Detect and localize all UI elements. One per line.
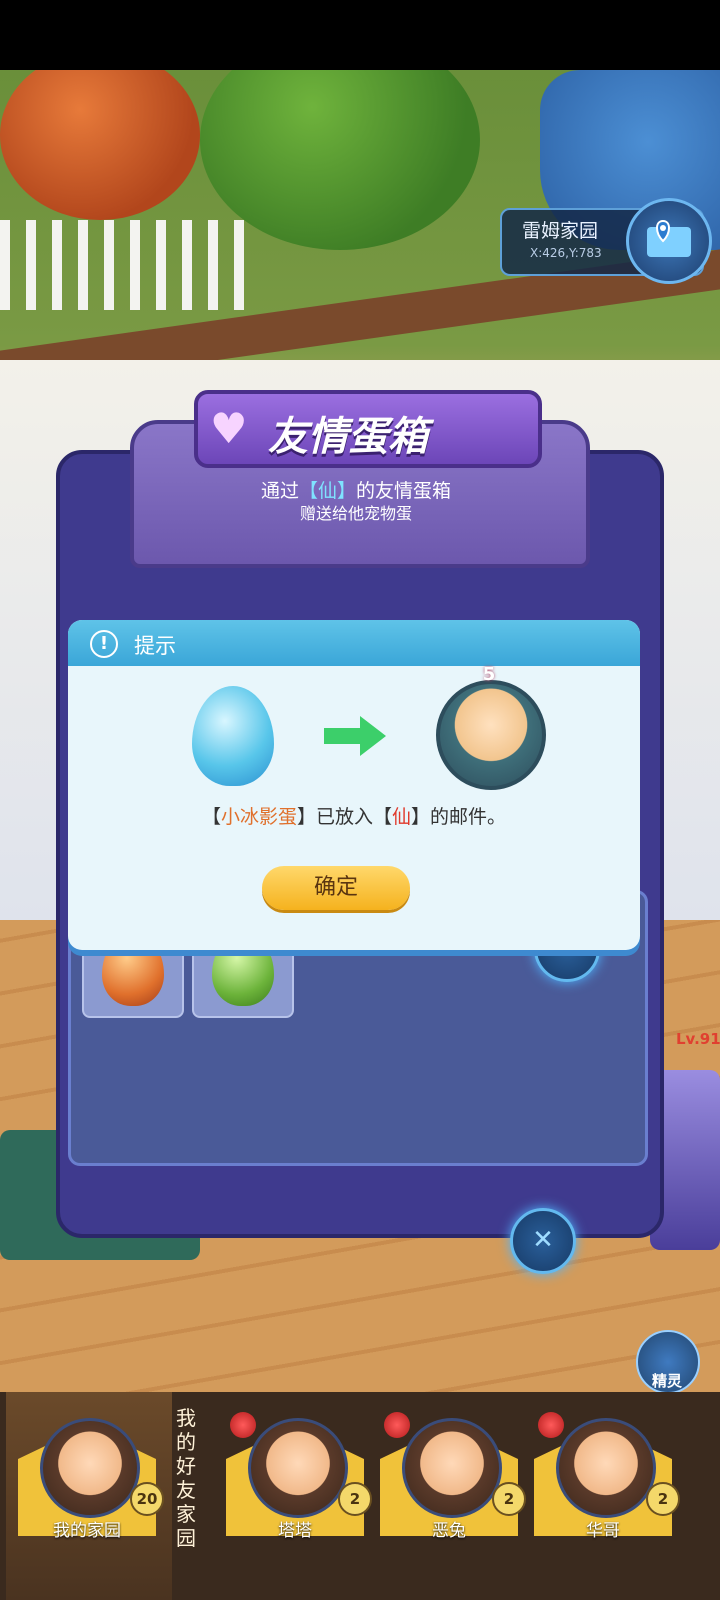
- heart-icon: ♥: [210, 404, 248, 453]
- autumn-tree: [0, 70, 200, 220]
- rose-icon: [538, 1412, 564, 1438]
- egg-name: 小冰影蛋: [220, 806, 297, 828]
- dialog-message: 【小冰影蛋】已放入【仙】的邮件。: [68, 802, 640, 829]
- egg-box-title: 友情蛋箱: [268, 414, 428, 460]
- desc-suffix: 的友情蛋箱: [356, 480, 452, 502]
- close-icon[interactable]: ✕: [510, 1208, 576, 1274]
- rose-icon: [230, 1412, 256, 1438]
- pet-level-label: Lv.91: [676, 1030, 720, 1048]
- msg-bracket: 【: [201, 806, 221, 828]
- avatar: [40, 1418, 140, 1518]
- dialog-title: 提示: [134, 634, 176, 658]
- avatar-level-badge: 5: [482, 664, 496, 685]
- location-coordinates: X:426,Y:783: [530, 246, 602, 260]
- rose-icon: [384, 1412, 410, 1438]
- friend-home-button[interactable]: 2 塔塔: [226, 1406, 372, 1541]
- fence: [0, 220, 260, 310]
- sprite-label: 精灵: [651, 1372, 682, 1390]
- friend-home-button[interactable]: 2 恶兔: [380, 1406, 526, 1541]
- dialog-header: ! 提示: [68, 620, 640, 666]
- recipient-name: 仙: [392, 806, 412, 828]
- msg-middle: 】已放入【: [296, 806, 392, 828]
- confirm-button[interactable]: 确定: [262, 866, 410, 910]
- ice-shadow-egg-icon: [192, 686, 274, 786]
- home-count-badge: 20: [130, 1482, 164, 1516]
- msg-end: 】的邮件。: [411, 806, 507, 828]
- arrow-right-icon: [324, 716, 386, 756]
- alert-icon: !: [90, 630, 118, 658]
- home-name: 塔塔: [278, 1521, 312, 1541]
- avatar: [248, 1418, 348, 1518]
- friends-section-label: 我的好友家园: [176, 1406, 196, 1550]
- home-name: 恶兔: [432, 1521, 466, 1541]
- home-count-badge: 2: [646, 1482, 680, 1516]
- egg-box-title-banner: ♥ 友情蛋箱: [194, 390, 542, 468]
- friend-home-button[interactable]: 2 华哥: [534, 1406, 680, 1541]
- desc-prefix: 通过: [260, 480, 299, 502]
- home-count-badge: 2: [338, 1482, 372, 1516]
- map-icon: [647, 219, 691, 257]
- location-name: 雷姆家园: [522, 220, 599, 242]
- tip-dialog: ! 提示 5 【小冰影蛋】已放入【仙】的邮件。 确定: [68, 620, 640, 950]
- egg-box-subdescription: 赠送给他宠物蛋: [299, 504, 412, 523]
- my-home-button[interactable]: 20 我的家园: [18, 1406, 164, 1541]
- avatar: [556, 1418, 656, 1518]
- home-name: 华哥: [586, 1521, 620, 1541]
- avatar: [402, 1418, 502, 1518]
- recipient-avatar: [436, 680, 546, 790]
- home-count-badge: 2: [492, 1482, 526, 1516]
- map-button[interactable]: [626, 198, 712, 284]
- egg-box-description: 通过【仙】的友情蛋箱: [56, 476, 656, 503]
- desc-user: 【仙】: [298, 480, 356, 502]
- home-name: 我的家园: [53, 1521, 121, 1541]
